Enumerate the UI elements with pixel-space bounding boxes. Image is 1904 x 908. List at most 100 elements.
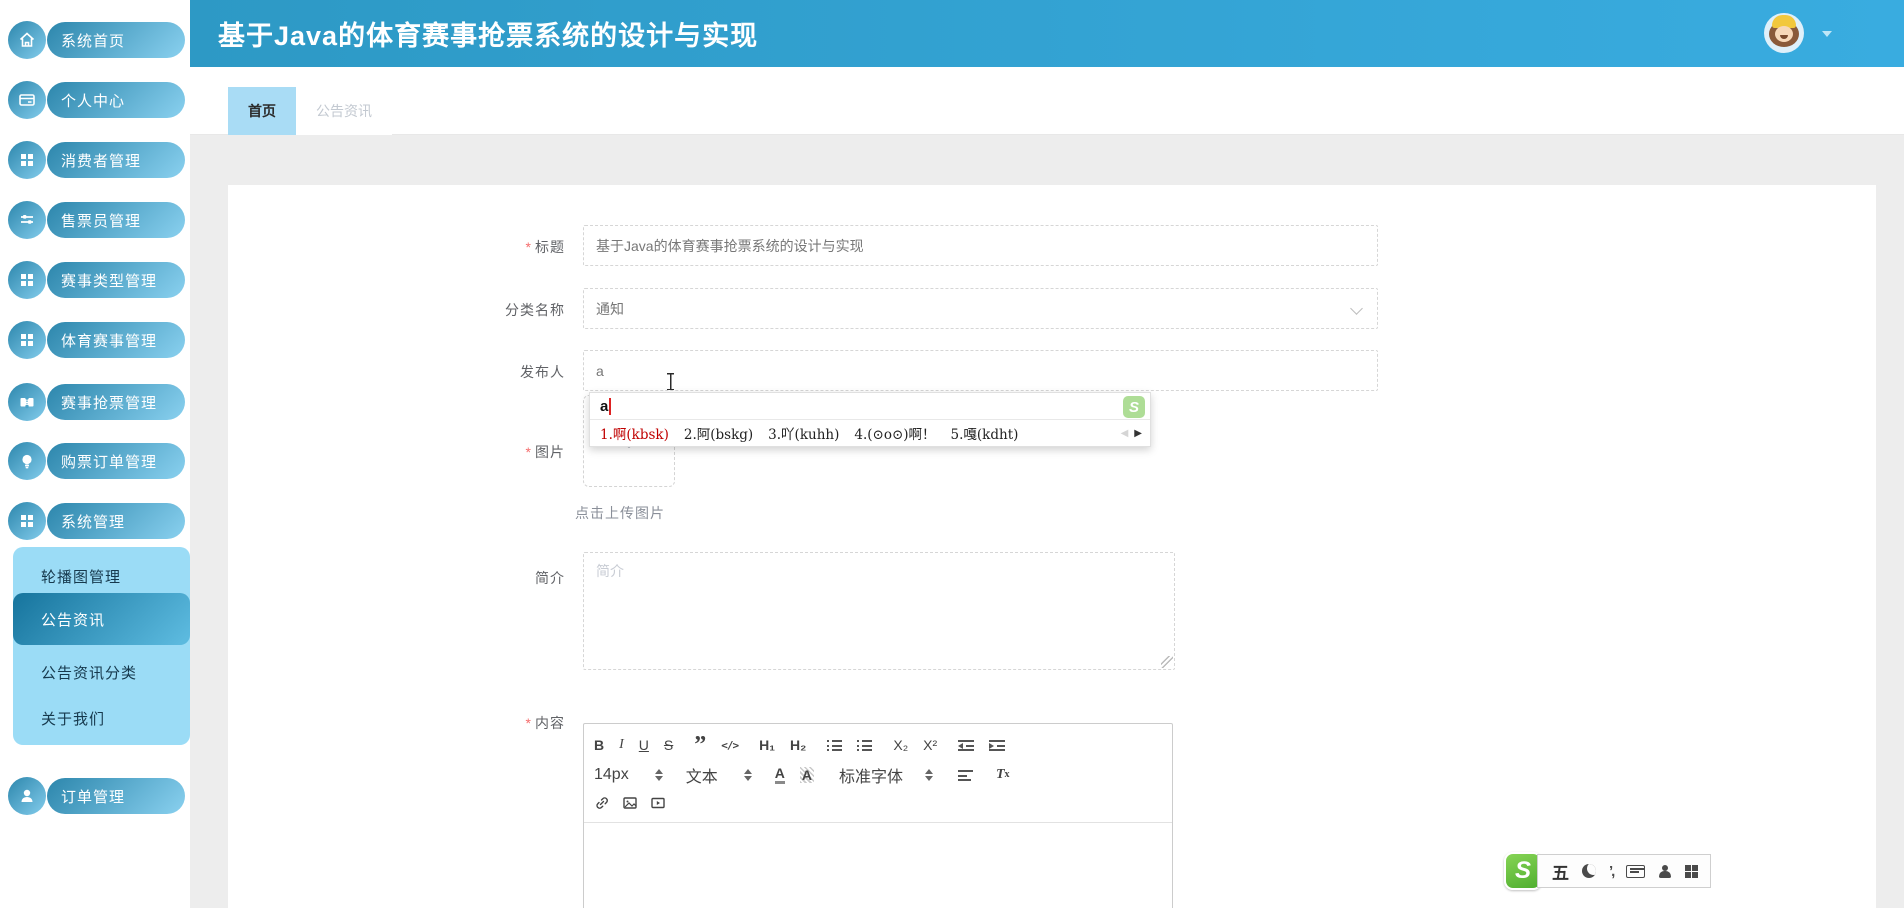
account-icon[interactable] <box>1658 864 1672 878</box>
avatar-art <box>1775 26 1793 42</box>
required-mark: * <box>525 444 532 460</box>
sidebar-item-profile[interactable]: 个人中心 <box>8 81 185 119</box>
title-input[interactable] <box>583 225 1378 266</box>
wubi-mode-icon[interactable]: 五 <box>1552 859 1569 884</box>
sidebar-item-ticket-sellers[interactable]: 售票员管理 <box>8 201 185 239</box>
textarea-resize-handle[interactable] <box>1161 656 1173 668</box>
indent-icon[interactable] <box>989 739 1006 751</box>
chevron-down-icon <box>1350 302 1363 315</box>
category-select[interactable]: 通知 <box>583 288 1378 329</box>
submenu-item-announcement-categories[interactable]: 公告资讯分类 <box>13 653 190 691</box>
system-submenu: 轮播图管理 公告资讯 公告资讯分类 关于我们 <box>13 547 190 745</box>
publisher-input[interactable] <box>583 350 1378 391</box>
paragraph-style-select[interactable]: 文本 <box>686 763 752 787</box>
skins-grid-icon[interactable] <box>1685 864 1699 878</box>
paragraph-style-value: 文本 <box>685 769 718 786</box>
bullet-list-icon[interactable] <box>857 739 873 751</box>
tab-label: 首页 <box>248 103 276 119</box>
sidebar-item-label: 赛事抢票管理 <box>47 384 185 420</box>
ime-composition-text: a <box>600 397 609 415</box>
sidebar-item-consumers[interactable]: 消费者管理 <box>8 141 185 179</box>
submenu-item-announcements[interactable]: 公告资讯 <box>13 593 190 645</box>
ordered-list-icon[interactable] <box>827 739 843 751</box>
submenu-item-carousel[interactable]: 轮播图管理 <box>13 557 190 595</box>
sidebar-item-orders[interactable]: 订单管理 <box>8 777 185 815</box>
sidebar-item-purchase-orders[interactable]: 购票订单管理 <box>8 442 185 480</box>
content-label: * 内容 <box>525 715 565 731</box>
ime-candidate[interactable]: 1.啊(kbsk) <box>600 423 669 443</box>
clear-format-button[interactable]: Tx <box>996 768 1010 782</box>
font-size-select[interactable]: 14px <box>594 766 663 784</box>
ime-text-caret <box>609 397 611 415</box>
font-family-value: 标准字体 <box>838 769 903 786</box>
header-2-button[interactable]: H₂ <box>790 738 806 752</box>
strikethrough-button[interactable]: S <box>664 738 673 752</box>
underline-button[interactable]: U <box>639 738 649 752</box>
image-icon[interactable] <box>622 795 638 811</box>
submenu-item-label: 关于我们 <box>41 710 106 728</box>
sidebar-item-label: 赛事类型管理 <box>47 262 185 298</box>
upload-hint: 点击上传图片 <box>575 505 665 521</box>
superscript-button[interactable]: X² <box>923 738 937 752</box>
grid-icon <box>8 321 46 359</box>
editor-content-area[interactable] <box>584 823 1172 908</box>
blockquote-button[interactable]: ” <box>694 733 706 757</box>
font-family-select[interactable]: 标准字体 <box>839 763 933 787</box>
intro-textarea[interactable] <box>583 552 1175 670</box>
user-menu-caret-icon[interactable] <box>1822 31 1832 37</box>
align-icon[interactable] <box>957 769 973 781</box>
sidebar-item-system[interactable]: 系统管理 <box>8 502 185 540</box>
content-area: *标题 分类名称 通知 发布人 a S <box>190 135 1904 908</box>
link-icon[interactable] <box>594 795 610 811</box>
ime-candidate[interactable]: 4.(⊙o⊙)啊！ <box>854 423 935 443</box>
sidebar-item-home[interactable]: 系统首页 <box>8 21 185 59</box>
form-card: *标题 分类名称 通知 发布人 a S <box>228 185 1876 908</box>
sidebar-item-label: 系统首页 <box>47 22 185 58</box>
night-mode-icon[interactable] <box>1582 864 1596 878</box>
sidebar-item-label: 订单管理 <box>47 778 185 814</box>
subscript-button[interactable]: X₂ <box>893 738 908 752</box>
avatar[interactable] <box>1764 13 1804 53</box>
tab-label: 公告资讯 <box>316 103 372 119</box>
select-arrows-icon <box>654 769 663 781</box>
required-mark: * <box>525 715 532 731</box>
code-block-button[interactable]: </> <box>721 740 739 751</box>
ime-candidate-row: 1.啊(kbsk) 2.阿(bskg) 3.吖(kuhh) 4.(⊙o⊙)啊！ … <box>590 420 1150 446</box>
submenu-item-label: 公告资讯分类 <box>41 664 138 682</box>
tab-home[interactable]: 首页 <box>228 87 296 135</box>
italic-button[interactable]: I <box>619 738 624 752</box>
tab-bar: 首页 公告资讯 <box>190 67 1904 135</box>
ime-candidate[interactable]: 3.吖(kuhh) <box>768 423 839 443</box>
sidebar-item-event-types[interactable]: 赛事类型管理 <box>8 261 185 299</box>
sidebar: 系统首页 个人中心 消费者管理 售票员管理 赛事类型管理 体育赛事管理 赛事抢票… <box>0 0 190 908</box>
sidebar-item-label: 消费者管理 <box>47 142 185 178</box>
text-color-button[interactable]: A <box>774 766 785 784</box>
submenu-item-label: 轮播图管理 <box>41 568 122 586</box>
rich-text-editor: B I U S ” </> H₁ H₂ X₂ X² 14px 文本 A A 标准… <box>583 723 1173 908</box>
bold-button[interactable]: B <box>594 738 604 752</box>
ime-candidate-window: a S 1.啊(kbsk) 2.阿(bskg) 3.吖(kuhh) 4.(⊙o⊙… <box>589 392 1151 447</box>
punctuation-icon[interactable]: ’, <box>1609 863 1616 880</box>
background-color-button[interactable]: A <box>799 767 814 783</box>
outdent-icon[interactable] <box>958 739 975 751</box>
sidebar-item-label: 体育赛事管理 <box>47 322 185 358</box>
ime-candidate[interactable]: 5.嘎(kdht) <box>951 423 1019 443</box>
select-arrows-icon <box>924 769 933 781</box>
keyboard-icon[interactable] <box>1626 864 1646 878</box>
sidebar-item-ticket-grab[interactable]: 赛事抢票管理 <box>8 383 185 421</box>
video-icon[interactable] <box>650 795 666 811</box>
submenu-item-about-us[interactable]: 关于我们 <box>13 699 190 737</box>
ime-candidate[interactable]: 2.阿(bskg) <box>684 423 753 443</box>
page-title: 基于Java的体育赛事抢票系统的设计与实现 <box>218 21 759 51</box>
grid-icon <box>8 261 46 299</box>
sogou-logo-icon: S <box>1123 396 1145 418</box>
ime-composition-row: a S <box>590 393 1150 420</box>
tab-announcements[interactable]: 公告资讯 <box>296 87 392 135</box>
header-1-button[interactable]: H₁ <box>759 738 775 752</box>
sidebar-item-label: 系统管理 <box>47 503 185 539</box>
publisher-label: 发布人 <box>520 364 565 380</box>
category-selected-value: 通知 <box>596 300 624 317</box>
ime-next-page-icon[interactable]: ▶ <box>1134 428 1142 439</box>
intro-label: 简介 <box>535 570 565 586</box>
sidebar-item-sports-events[interactable]: 体育赛事管理 <box>8 321 185 359</box>
